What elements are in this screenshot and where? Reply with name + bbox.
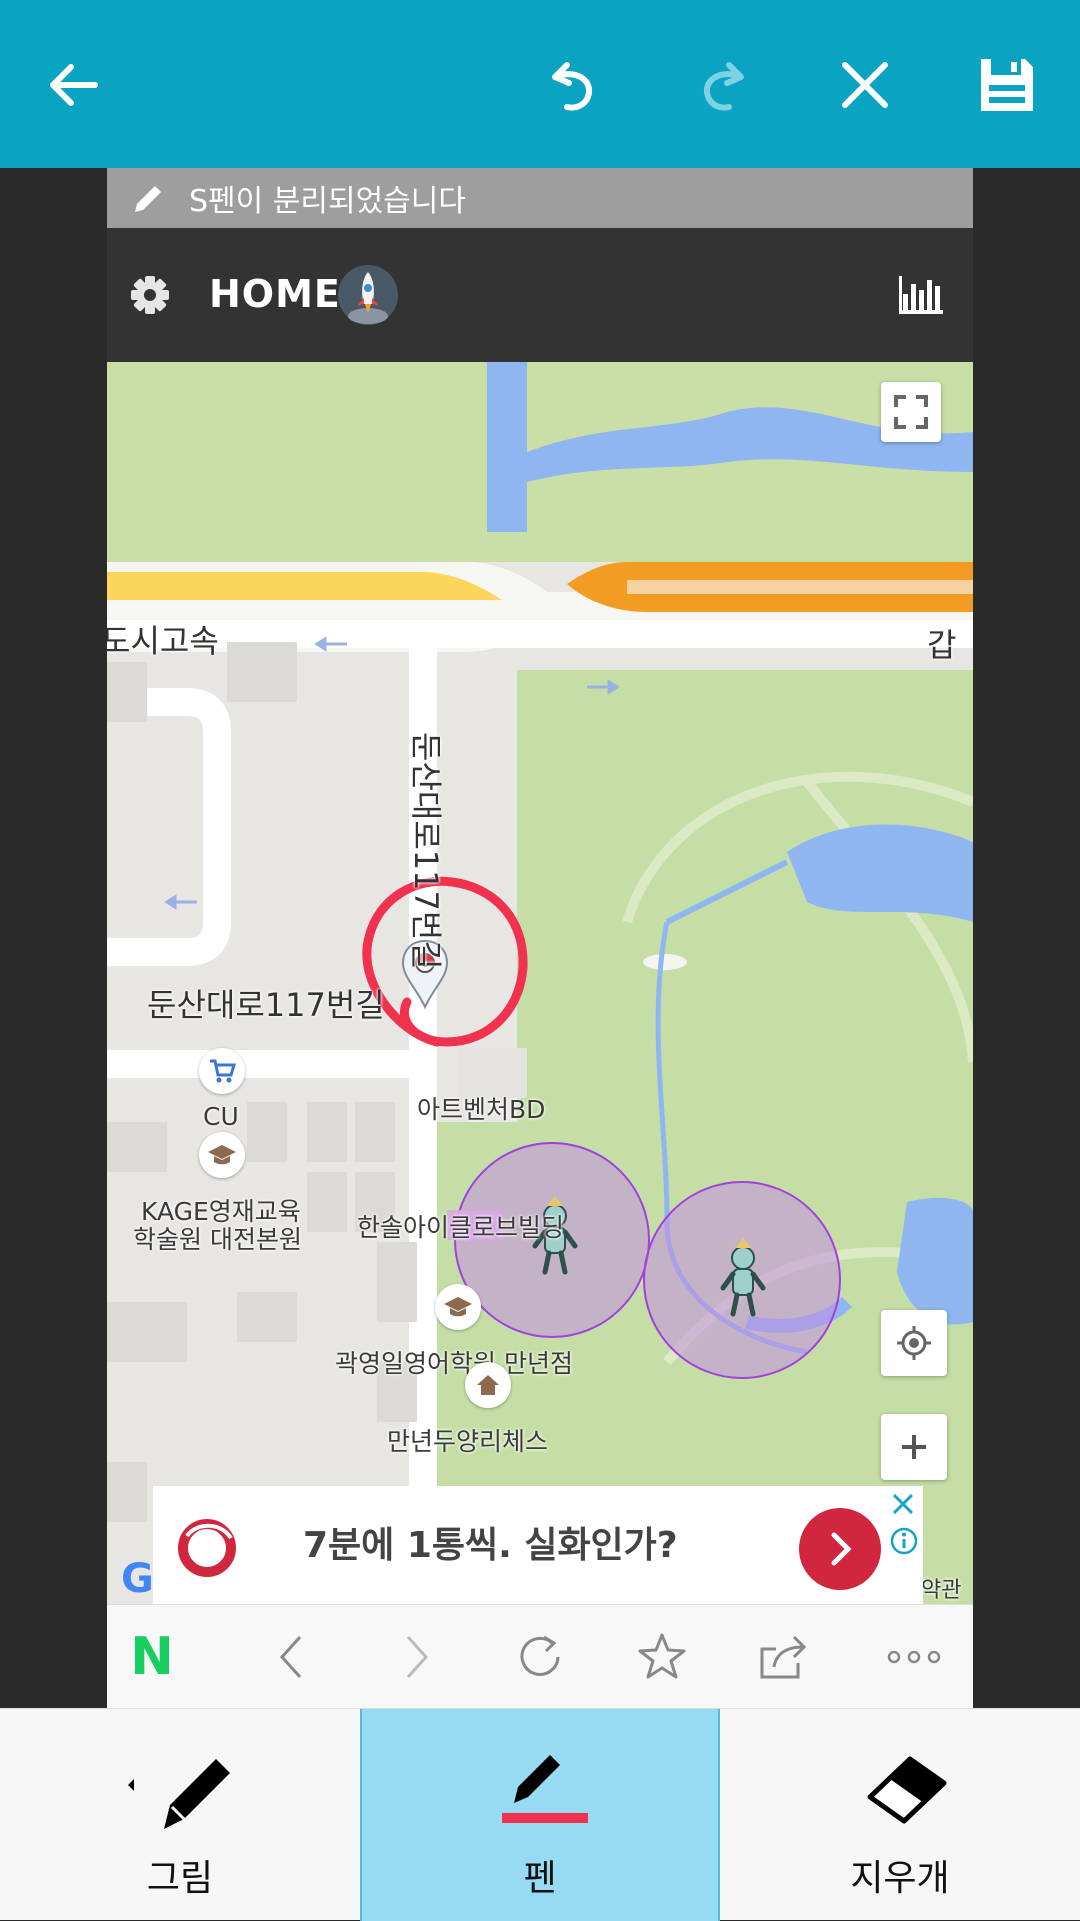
naver-logo: N [130, 1627, 174, 1687]
road-label-horizontal: 둔산대로117번길 [147, 986, 385, 1024]
chevron-right-icon [831, 1532, 852, 1566]
eraser-icon [867, 1756, 947, 1824]
drawing-tools-bar: 그림 펜 지우개 [0, 1708, 1080, 1921]
place-label-kage-2: 학술원 대전본원 [133, 1225, 302, 1254]
place-label-hansol: 한솔아이클로브빌딩 [357, 1213, 565, 1242]
zoom-in-button[interactable] [881, 1414, 947, 1480]
captured-screen: S펜이 분리되었습니다 HOME 도시고속 갑 둔산대로117번길 둔산대로11… [107, 168, 973, 1708]
ad-text: 7분에 1통씩. 실화인가? [303, 1525, 678, 1566]
road-label-vertical: 둔산대로117번길 [407, 732, 445, 970]
google-logo: G [121, 1556, 154, 1602]
editor-toolbar [0, 0, 1080, 168]
road-label-right: 갑 [927, 626, 957, 664]
shopping-cart-icon[interactable] [199, 1048, 245, 1094]
ad-logo-icon [178, 1519, 236, 1577]
app-header: HOME [107, 228, 973, 362]
share-icon [760, 1635, 807, 1679]
pen-icon [502, 1755, 588, 1823]
rocket-icon [338, 265, 398, 325]
road-label-expressway: 도시고속 [107, 622, 219, 660]
browser-bookmark-button[interactable] [627, 1625, 697, 1689]
redo-button[interactable] [676, 40, 766, 130]
undo-button[interactable] [530, 40, 620, 130]
terms-link[interactable]: 약관 [921, 1572, 961, 1604]
save-button[interactable] [962, 40, 1052, 130]
browser-refresh-button[interactable] [505, 1625, 575, 1689]
refresh-icon [520, 1635, 560, 1676]
spen-notification-text: S펜이 분리되었습니다 [189, 184, 466, 219]
redo-icon [704, 62, 744, 111]
save-icon [981, 59, 1033, 111]
star-icon [638, 1633, 686, 1679]
ad-go-button[interactable] [799, 1508, 881, 1590]
place-label-artventure: 아트벤처BD [417, 1095, 546, 1124]
place-label-chess: 만년두양리체스 [387, 1427, 549, 1456]
forward-icon [406, 1635, 429, 1679]
pencil-icon [135, 186, 161, 212]
page-title: HOME [209, 272, 341, 316]
tool-pen-label: 펜 [523, 1858, 557, 1899]
school-icon[interactable] [199, 1132, 245, 1178]
ad-close-icon[interactable] [889, 1490, 917, 1518]
place-label-cu: CU [203, 1102, 239, 1131]
spen-notification: S펜이 분리되었습니다 [107, 168, 973, 228]
tool-eraser[interactable]: 지우개 [720, 1709, 1080, 1921]
fullscreen-icon [894, 395, 928, 429]
fullscreen-button[interactable] [881, 382, 941, 442]
school-icon-2[interactable] [435, 1284, 481, 1330]
browser-back-button[interactable] [257, 1625, 327, 1689]
my-location-button[interactable] [881, 1310, 947, 1376]
tool-brush[interactable]: 그림 [0, 1709, 360, 1921]
naver-home-button[interactable]: N [117, 1625, 187, 1689]
map-view[interactable]: 도시고속 갑 둔산대로117번길 둔산대로117번길 CU 아트벤처BD KAG… [107, 362, 973, 1604]
browser-more-button[interactable] [879, 1625, 949, 1689]
more-icon [887, 1650, 941, 1664]
browser-share-button[interactable] [749, 1625, 819, 1689]
stats-icon[interactable] [897, 272, 943, 318]
ad-banner[interactable]: 7분에 1통씩. 실화인가? [153, 1486, 923, 1604]
tool-pen[interactable]: 펜 [360, 1709, 720, 1921]
brush-icon [128, 1759, 230, 1829]
browser-forward-button[interactable] [381, 1625, 451, 1689]
ad-info-icon[interactable] [889, 1526, 919, 1556]
plus-icon [902, 1435, 926, 1459]
location-target-icon [897, 1326, 931, 1360]
back-arrow-icon [50, 64, 98, 106]
back-button[interactable] [28, 40, 118, 130]
home-icon[interactable] [465, 1362, 511, 1408]
gear-icon[interactable] [121, 266, 179, 324]
tool-brush-label: 그림 [146, 1858, 214, 1899]
browser-toolbar: N [107, 1604, 973, 1708]
close-button[interactable] [820, 40, 910, 130]
close-icon [842, 62, 888, 108]
back-icon [279, 1635, 302, 1679]
place-label-kwak: 곽영일영어학원 만년점 [335, 1349, 573, 1378]
undo-icon [552, 62, 592, 111]
tool-eraser-label: 지우개 [850, 1858, 950, 1899]
